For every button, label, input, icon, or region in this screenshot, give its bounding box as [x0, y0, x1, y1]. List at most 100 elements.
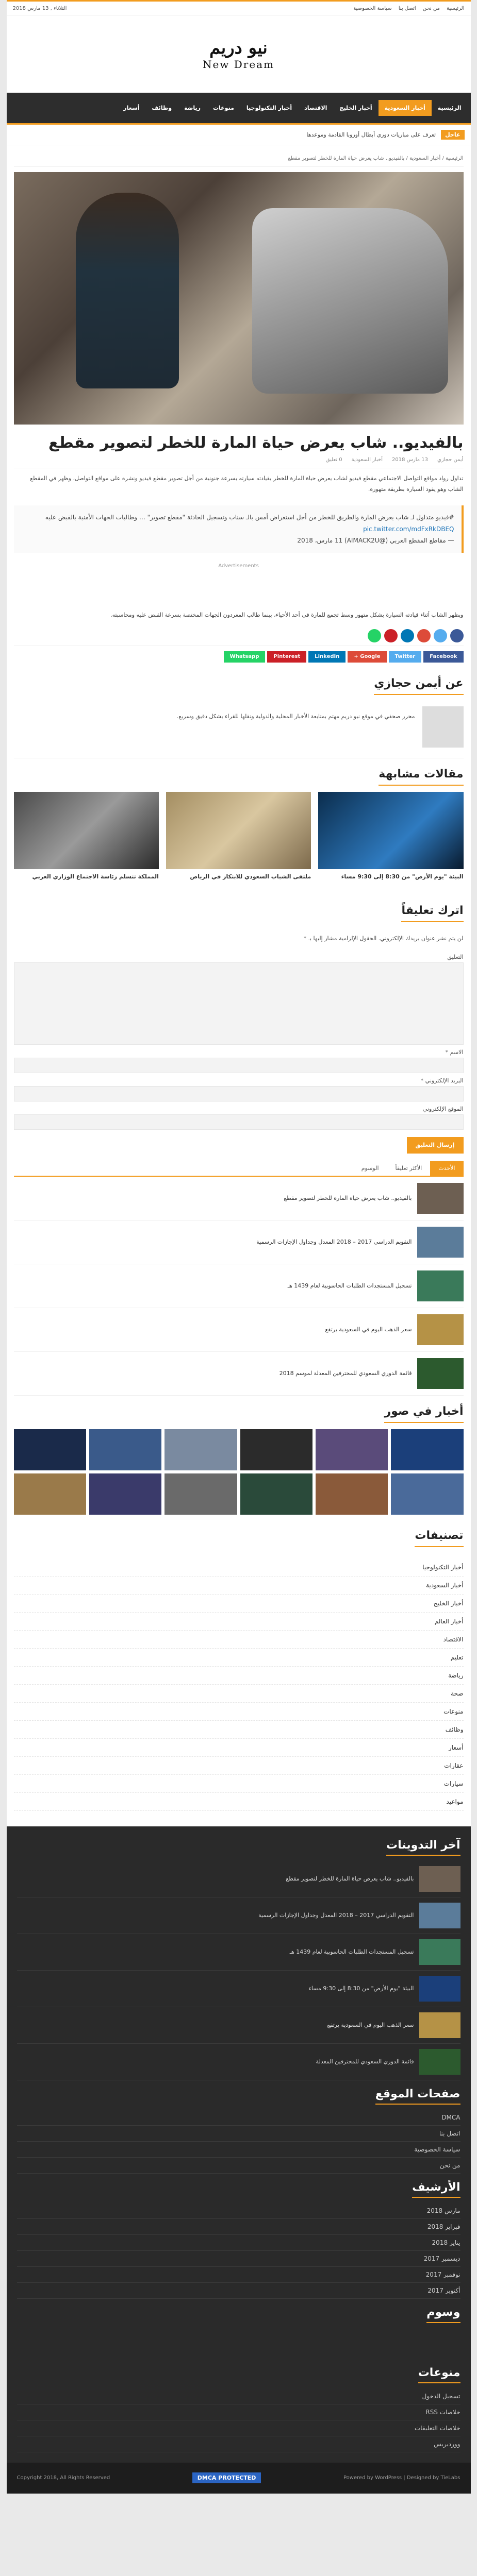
nav-item[interactable]: أخبار الخليج — [333, 100, 378, 116]
nav-item[interactable]: أخبار التكنولوجيا — [240, 100, 298, 116]
dmca-badge[interactable]: DMCA PROTECTED — [192, 2472, 261, 2484]
gallery-image[interactable] — [315, 1473, 388, 1515]
footer-post-title[interactable]: سعر الذهب اليوم في السعودية يرتفع — [327, 2021, 414, 2030]
list-item[interactable]: التقويم الدراسي 2017 – 2018 المعدل وجداو… — [13, 1221, 464, 1264]
list-item-title[interactable]: تسجيل المستجدات الطلبات الحاسوبية لعام 1… — [288, 1281, 412, 1291]
category-link[interactable]: رياضة — [13, 1667, 464, 1685]
footer-post[interactable]: سعر الذهب اليوم في السعودية يرتفع — [17, 2007, 460, 2044]
category-link[interactable]: سيارات — [13, 1775, 464, 1793]
nav-item[interactable]: أخبار السعودية — [378, 100, 432, 116]
category-link[interactable]: وظائف — [13, 1721, 464, 1739]
related-image[interactable] — [318, 792, 464, 870]
facebook-icon[interactable] — [450, 629, 464, 643]
list-item-title[interactable]: التقويم الدراسي 2017 – 2018 المعدل وجداو… — [256, 1238, 412, 1247]
top-link[interactable]: الرئيسية — [447, 6, 464, 11]
list-thumb[interactable] — [417, 1314, 464, 1345]
footer-thumb[interactable] — [419, 2012, 460, 2038]
gallery-image[interactable] — [13, 1429, 86, 1470]
footer-page-link[interactable]: DMCA — [17, 2110, 460, 2126]
gallery-image[interactable] — [391, 1473, 464, 1515]
list-thumb[interactable] — [417, 1270, 464, 1301]
footer-meta-link[interactable]: ووردبريس — [17, 2436, 460, 2452]
gallery-image[interactable] — [165, 1429, 237, 1470]
footer-archive-link[interactable]: يناير 2018 — [17, 2235, 460, 2251]
footer-page-link[interactable]: اتصل بنا — [17, 2126, 460, 2142]
category-link[interactable]: عقارات — [13, 1757, 464, 1775]
footer-meta-link[interactable]: خلاصات RSS — [17, 2404, 460, 2420]
footer-thumb[interactable] — [419, 1902, 460, 1928]
footer-post[interactable]: التقويم الدراسي 2017 – 2018 المعدل وجداو… — [17, 1897, 460, 1934]
footer-page-link[interactable]: سياسة الخصوصية — [17, 2142, 460, 2158]
footer-tag-cloud[interactable] — [17, 2328, 460, 2359]
footer-post[interactable]: البيئة "يوم الأرض" من 8:30 إلى 9:30 مساء — [17, 1971, 460, 2007]
gallery-image[interactable] — [89, 1429, 162, 1470]
related-post[interactable]: البيئة "يوم الأرض" من 8:30 إلى 9:30 مساء — [318, 792, 464, 885]
nav-item[interactable]: رياضة — [178, 100, 207, 116]
footer-archive-link[interactable]: فبراير 2018 — [17, 2219, 460, 2235]
category-link[interactable]: الاقتصاد — [13, 1631, 464, 1649]
avatar[interactable] — [422, 706, 464, 748]
category-link[interactable]: مواعيد — [13, 1793, 464, 1811]
nav-item[interactable]: منوعات — [207, 100, 240, 116]
list-item-title[interactable]: سعر الذهب اليوم في السعودية يرتفع — [325, 1325, 412, 1334]
gallery-image[interactable] — [240, 1429, 312, 1470]
category-link[interactable]: أخبار السعودية — [13, 1577, 464, 1595]
footer-post-title[interactable]: تسجيل المستجدات الطلبات الحاسوبية لعام 1… — [290, 1947, 414, 1957]
footer-archive-link[interactable]: أكتوبر 2017 — [17, 2283, 460, 2299]
ticker-text[interactable]: تعرف على مباريات دوري أبطال أوروبا القاد… — [306, 131, 436, 138]
category-link[interactable]: أسعار — [13, 1739, 464, 1757]
website-field[interactable] — [13, 1114, 464, 1130]
footer-archive-link[interactable]: ديسمبر 2017 — [17, 2251, 460, 2267]
gallery-image[interactable] — [165, 1473, 237, 1515]
breadcrumb[interactable]: الرئيسية / أخبار السعودية / بالفيديو.. ش… — [13, 152, 464, 167]
comment-textarea[interactable] — [13, 962, 464, 1045]
footer-post-title[interactable]: البيئة "يوم الأرض" من 8:30 إلى 9:30 مساء — [309, 1984, 414, 1993]
top-link[interactable]: اتصل بنا — [399, 6, 416, 11]
meta-author[interactable]: أيمن حجازي — [437, 457, 463, 463]
footer-post-title[interactable]: التقويم الدراسي 2017 – 2018 المعدل وجداو… — [258, 1911, 414, 1920]
tab-latest[interactable]: الأحدث — [430, 1160, 464, 1176]
gallery-image[interactable] — [89, 1473, 162, 1515]
related-post[interactable]: ملتقى الشباب السعودي للابتكار في الرياض — [166, 792, 311, 885]
tweet-link[interactable]: pic.twitter.com/mdFxRkDBEQ — [21, 523, 454, 535]
list-thumb[interactable] — [417, 1226, 464, 1258]
footer-archive-link[interactable]: نوفمبر 2017 — [17, 2267, 460, 2283]
category-link[interactable]: أخبار العالم — [13, 1613, 464, 1631]
site-logo[interactable]: نيو دريم New Dream — [203, 38, 274, 71]
footer-thumb[interactable] — [419, 2048, 460, 2075]
related-post-title[interactable]: ملتقى الشباب السعودي للابتكار في الرياض — [166, 869, 311, 885]
name-field[interactable] — [13, 1057, 464, 1073]
list-thumb[interactable] — [417, 1182, 464, 1214]
category-link[interactable]: صحة — [13, 1685, 464, 1703]
nav-item[interactable]: أسعار — [117, 100, 145, 116]
related-post-title[interactable]: البيئة "يوم الأرض" من 8:30 إلى 9:30 مساء — [318, 869, 464, 885]
top-link[interactable]: من نحن — [423, 6, 440, 11]
top-link[interactable]: سياسة الخصوصية — [353, 6, 391, 11]
nav-item[interactable]: الرئيسية — [432, 100, 468, 116]
linkedin-icon[interactable] — [400, 629, 414, 643]
list-item[interactable]: تسجيل المستجدات الطلبات الحاسوبية لعام 1… — [13, 1264, 464, 1308]
tab-tags[interactable]: الوسوم — [353, 1161, 387, 1176]
whatsapp-icon[interactable] — [367, 629, 381, 643]
twitter-icon[interactable] — [433, 629, 447, 643]
category-link[interactable]: تعليم — [13, 1649, 464, 1667]
footer-page-link[interactable]: من نحن — [17, 2158, 460, 2174]
related-post[interactable]: المملكة تتسلم رئاسة الاجتماع الوزاري الع… — [13, 792, 159, 885]
share-facebook-button[interactable]: Facebook — [423, 651, 464, 663]
nav-item[interactable]: وظائف — [146, 100, 178, 116]
tab-popular[interactable]: الأكثر تعليقاً — [387, 1161, 431, 1176]
category-link[interactable]: أخبار الخليج — [13, 1595, 464, 1613]
footer-meta-link[interactable]: خلاصات التعليقات — [17, 2420, 460, 2436]
category-link[interactable]: منوعات — [13, 1703, 464, 1721]
footer-archive-link[interactable]: مارس 2018 — [17, 2203, 460, 2219]
pinterest-icon[interactable] — [384, 629, 398, 643]
share-google-button[interactable]: Google + — [348, 651, 387, 663]
related-post-title[interactable]: المملكة تتسلم رئاسة الاجتماع الوزاري الع… — [14, 869, 159, 885]
footer-thumb[interactable] — [419, 1939, 460, 1965]
email-field[interactable] — [13, 1086, 464, 1101]
footer-meta-link[interactable]: تسجيل الدخول — [17, 2388, 460, 2404]
gallery-image[interactable] — [13, 1473, 86, 1515]
footer-thumb[interactable] — [419, 1866, 460, 1892]
nav-item[interactable]: الاقتصاد — [298, 100, 333, 116]
share-whatsapp-button[interactable]: Whatsapp — [223, 651, 266, 663]
